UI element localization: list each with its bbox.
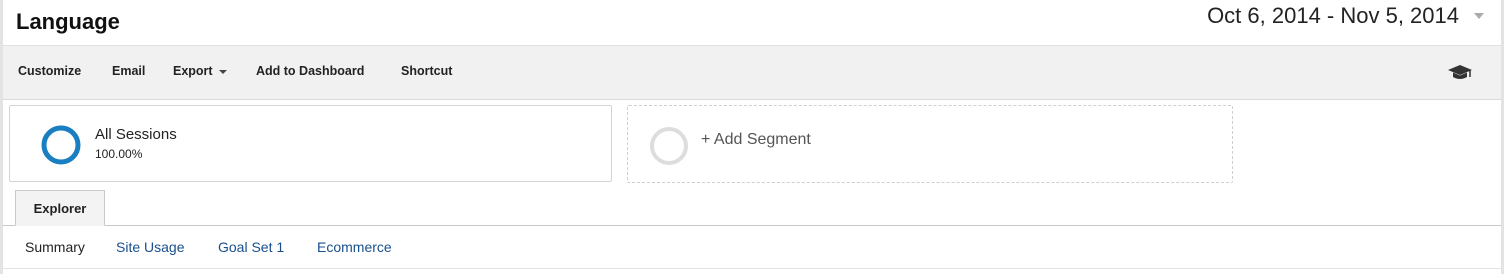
- empty-segment-ring-icon: [648, 125, 690, 172]
- tab-bar-divider: [3, 225, 1501, 226]
- export-button[interactable]: Export: [173, 64, 227, 78]
- report-header: Language Oct 6, 2014 - Nov 5, 2014: [3, 0, 1501, 45]
- content-divider: [3, 268, 1501, 269]
- report-toolbar: Customize Email Export Add to Dashboard …: [3, 45, 1501, 100]
- subtab-ecommerce[interactable]: Ecommerce: [317, 239, 392, 255]
- add-segment-button[interactable]: + Add Segment: [627, 105, 1233, 183]
- tab-explorer[interactable]: Explorer: [15, 190, 105, 226]
- date-range-text: Oct 6, 2014 - Nov 5, 2014: [1207, 3, 1459, 28]
- segment-name: All Sessions: [95, 126, 177, 143]
- segment-all-sessions[interactable]: All Sessions 100.00%: [9, 105, 612, 182]
- subtab-site-usage[interactable]: Site Usage: [116, 239, 184, 255]
- segment-percent: 100.00%: [95, 147, 143, 161]
- shortcut-button[interactable]: Shortcut: [401, 64, 452, 78]
- add-segment-label: + Add Segment: [701, 131, 811, 148]
- graduation-cap-icon[interactable]: [1447, 62, 1473, 87]
- add-to-dashboard-button[interactable]: Add to Dashboard: [256, 64, 364, 78]
- triangle-down-icon[interactable]: [1467, 4, 1491, 28]
- email-button[interactable]: Email: [112, 64, 145, 78]
- chevron-down-icon: [218, 69, 227, 74]
- subtab-summary[interactable]: Summary: [25, 239, 85, 255]
- customize-button[interactable]: Customize: [18, 64, 81, 78]
- export-label: Export: [173, 64, 213, 78]
- date-range-picker[interactable]: Oct 6, 2014 - Nov 5, 2014: [1207, 0, 1491, 32]
- page-title: Language: [16, 9, 120, 34]
- subtab-goal-set-1[interactable]: Goal Set 1: [218, 239, 284, 255]
- segment-ring-icon: [40, 124, 82, 171]
